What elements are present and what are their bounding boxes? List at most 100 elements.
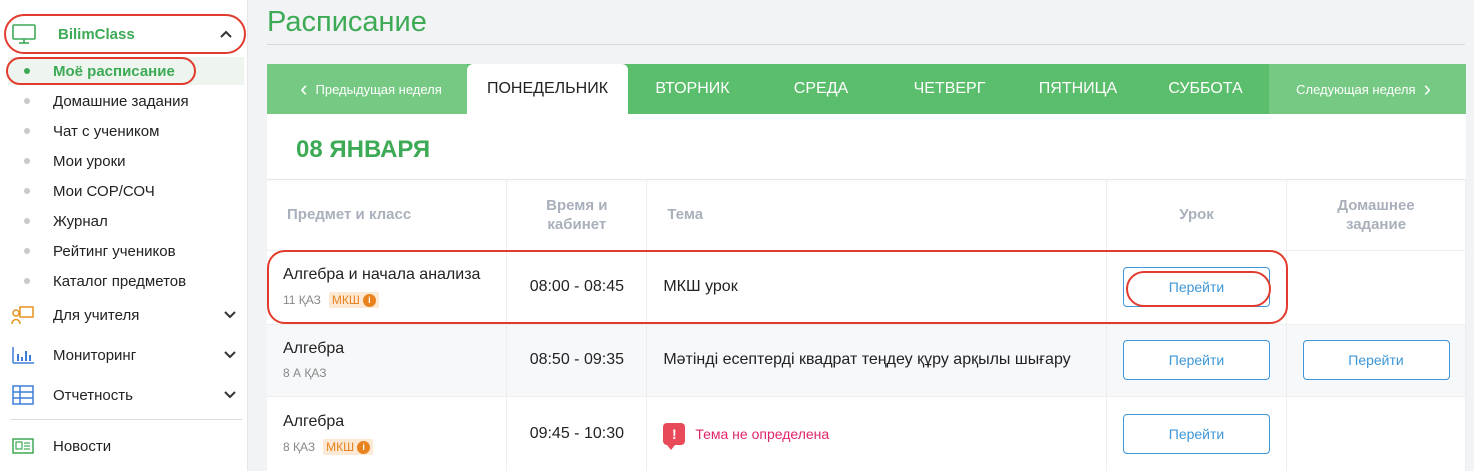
topic-undefined-label: Тема не определена	[695, 426, 830, 442]
tab-saturday[interactable]: СУББОТА	[1142, 64, 1269, 114]
sidebar-item-student-chat[interactable]: Чат с учеником	[8, 117, 244, 145]
sidebar-item-news[interactable]: Новости	[10, 431, 242, 461]
class-label: 8 А ҚАЗ	[283, 366, 327, 380]
monitor-icon	[12, 24, 36, 44]
nav-bilimclass-label: BilimClass	[58, 25, 135, 43]
sidebar-item-student-rating[interactable]: Рейтинг учеников	[8, 237, 244, 265]
bullet-icon	[24, 68, 30, 74]
table-icon	[10, 384, 36, 406]
tab-friday[interactable]: ПЯТНИЦА	[1014, 64, 1142, 114]
sidebar-item-label: Каталог предметов	[53, 272, 187, 290]
sidebar-divider	[10, 419, 242, 420]
sidebar-item-journal[interactable]: Журнал	[8, 207, 244, 235]
mksh-badge: МКШ i	[323, 439, 374, 455]
sidebar-item-label: Мои уроки	[53, 152, 126, 170]
next-week-label: Следующая неделя	[1296, 81, 1416, 97]
sidebar-item-my-lessons[interactable]: Мои уроки	[8, 147, 244, 175]
sidebar-group-label: Для учителя	[53, 306, 140, 324]
go-lesson-button[interactable]: Перейти	[1123, 414, 1271, 454]
chevron-down-icon[interactable]	[224, 307, 236, 322]
header-subject: Предмет и класс	[267, 180, 508, 251]
news-icon	[10, 435, 36, 457]
homework-cell	[1286, 396, 1466, 471]
prev-week-button[interactable]: ‹ Предыдущая неделя	[267, 64, 467, 114]
header-topic: Тема	[646, 180, 1108, 251]
topic-cell: Мәтінді есептерді квадрат теңдеу құру ар…	[646, 324, 1108, 397]
bullet-icon	[24, 158, 30, 164]
mksh-badge: МКШ i	[328, 292, 379, 308]
tab-tuesday[interactable]: ВТОРНИК	[628, 64, 757, 114]
sidebar-item-label: Домашние задания	[53, 92, 189, 110]
sidebar-item-label: Журнал	[53, 212, 108, 230]
bar-chart-icon	[10, 344, 36, 366]
tab-monday[interactable]: ПОНЕДЕЛЬНИК	[467, 64, 628, 114]
next-week-button[interactable]: Следующая неделя ›	[1269, 64, 1466, 114]
sidebar: BilimClass Моё расписание Домашние задан…	[0, 0, 248, 471]
homework-cell: Перейти	[1286, 324, 1466, 397]
class-label-wrap: 8 А ҚАЗ	[283, 366, 506, 380]
sidebar-group-label: Мониторинг	[53, 346, 137, 364]
class-label-wrap: 11 ҚАЗ МКШ i	[283, 292, 506, 308]
subject-cell: Алгебра 8 А ҚАЗ	[267, 324, 508, 397]
nav-bilimclass[interactable]: BilimClass	[6, 14, 246, 54]
homework-cell	[1286, 250, 1466, 325]
sidebar-item-assessments[interactable]: Мои СОР/СОЧ	[8, 177, 244, 205]
table-row: Алгебра и начала анализа 11 ҚАЗ МКШ i 08…	[267, 250, 1466, 325]
sidebar-group-teacher[interactable]: Для учителя	[10, 300, 242, 330]
sidebar-item-homework[interactable]: Домашние задания	[8, 87, 244, 115]
table-row: Алгебра 8 ҚАЗ МКШ i 09:45 - 10:30 ! Тема…	[267, 396, 1466, 471]
sidebar-group-monitoring[interactable]: Мониторинг	[10, 340, 242, 370]
sidebar-item-my-schedule[interactable]: Моё расписание	[8, 57, 244, 85]
schedule-card: ‹ Предыдущая неделя ПОНЕДЕЛЬНИК ВТОРНИК …	[267, 64, 1466, 471]
go-lesson-button[interactable]: Перейти	[1123, 340, 1271, 380]
lesson-cell: Перейти	[1106, 324, 1287, 397]
chevron-down-icon[interactable]	[224, 347, 236, 362]
day-tabs: ‹ Предыдущая неделя ПОНЕДЕЛЬНИК ВТОРНИК …	[267, 64, 1466, 114]
sidebar-group-reports[interactable]: Отчетность	[10, 380, 242, 410]
chevron-down-icon[interactable]	[224, 387, 236, 402]
bullet-icon	[24, 98, 30, 104]
table-header-row: Предмет и класс Время и кабинет Тема Уро…	[267, 180, 1466, 251]
header-homework: Домашнее задание	[1286, 180, 1466, 251]
teacher-icon	[10, 304, 36, 326]
bullet-icon	[24, 188, 30, 194]
go-lesson-button[interactable]: Перейти	[1123, 267, 1271, 307]
bullet-icon	[24, 248, 30, 254]
topic-cell: ! Тема не определена	[646, 396, 1108, 471]
chevron-up-icon[interactable]	[220, 26, 232, 41]
badge-label: МКШ	[331, 293, 360, 307]
sidebar-item-label: Моё расписание	[53, 62, 175, 80]
page-title: Расписание	[267, 6, 427, 38]
go-homework-button[interactable]: Перейти	[1302, 340, 1450, 380]
badge-label: МКШ	[326, 440, 355, 454]
bullet-icon	[24, 278, 30, 284]
header-lesson: Урок	[1106, 180, 1287, 251]
prev-week-label: Предыдущая неделя	[315, 81, 442, 97]
subject-name: Алгебра	[283, 413, 345, 430]
chevron-right-icon: ›	[1423, 76, 1431, 101]
time-cell: 08:50 - 09:35	[506, 324, 648, 397]
sidebar-item-label: Чат с учеником	[53, 122, 160, 140]
subject-name: Алгебра и начала анализа	[283, 266, 481, 283]
topic-undefined: ! Тема не определена	[647, 397, 1106, 471]
sidebar-group-label: Отчетность	[53, 386, 133, 404]
info-icon[interactable]: i	[362, 293, 376, 307]
title-divider	[267, 44, 1465, 45]
date-heading: 08 ЯНВАРЯ	[296, 136, 431, 163]
class-label-wrap: 8 ҚАЗ МКШ i	[283, 439, 506, 455]
lesson-cell: Перейти	[1106, 396, 1287, 471]
info-icon[interactable]: i	[357, 440, 371, 454]
bullet-icon	[24, 128, 30, 134]
subject-cell: Алгебра 8 ҚАЗ МКШ i	[267, 396, 508, 471]
subject-cell: Алгебра и начала анализа 11 ҚАЗ МКШ i	[267, 250, 508, 325]
lesson-cell: Перейти	[1106, 250, 1287, 325]
topic-cell: МКШ урок	[646, 250, 1108, 325]
sidebar-item-subject-catalog[interactable]: Каталог предметов	[8, 267, 244, 295]
header-time: Время и кабинет	[506, 180, 648, 251]
header-time-label: Время и кабинет	[546, 196, 608, 233]
tab-wednesday[interactable]: СРЕДА	[757, 64, 885, 114]
chevron-left-icon: ‹	[300, 76, 308, 101]
sidebar-item-label: Рейтинг учеников	[53, 242, 176, 260]
header-homework-label: Домашнее задание	[1337, 196, 1415, 233]
tab-thursday[interactable]: ЧЕТВЕРГ	[885, 64, 1014, 114]
